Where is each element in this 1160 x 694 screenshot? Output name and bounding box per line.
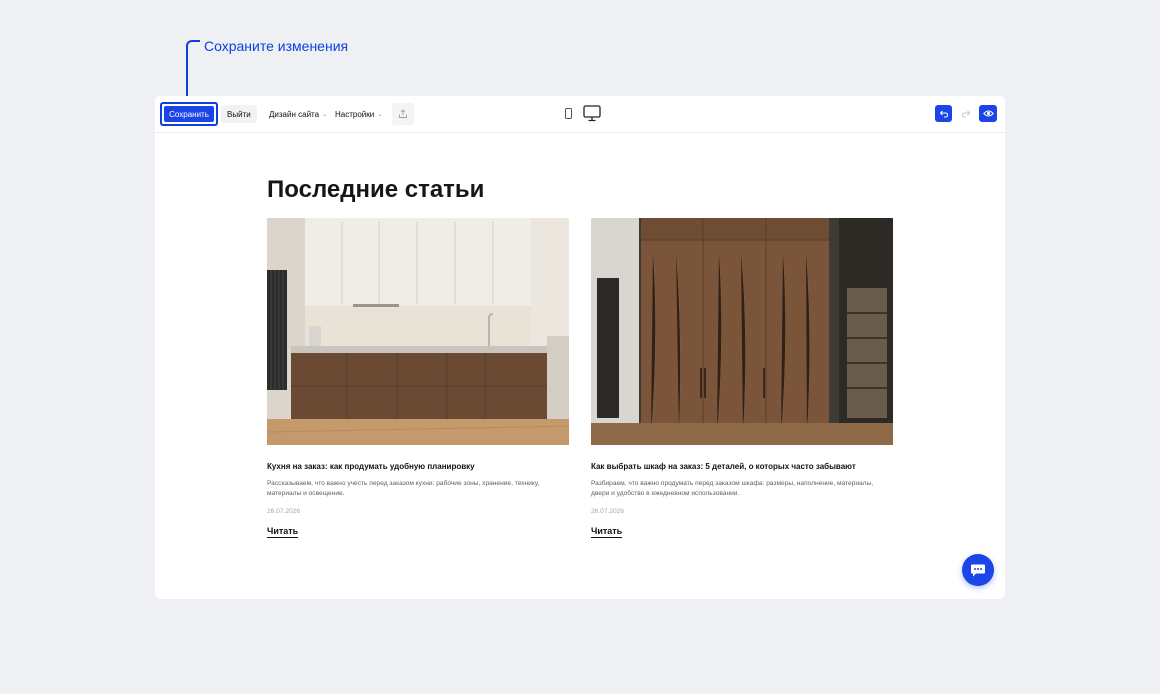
settings-menu[interactable]: Настройки ⌄ xyxy=(335,105,382,123)
chat-icon xyxy=(971,564,985,576)
read-article-link[interactable]: Читать xyxy=(267,526,299,538)
article-title[interactable]: Кухня на заказ: как продумать удобную пл… xyxy=(267,462,569,471)
undo-icon xyxy=(939,110,948,117)
chevron-down-icon: ⌄ xyxy=(322,111,328,118)
site-design-menu-label: Дизайн сайта xyxy=(269,109,320,119)
publish-button[interactable] xyxy=(392,103,414,125)
chevron-down-icon: ⌄ xyxy=(377,111,383,118)
article-title[interactable]: Как выбрать шкаф на заказ: 5 деталей, о … xyxy=(591,462,893,471)
kitchen-photo[interactable] xyxy=(267,218,569,445)
desktop-view-icon[interactable] xyxy=(583,105,601,122)
exit-button[interactable]: Выйти xyxy=(221,105,257,123)
section-heading: Последние статьи xyxy=(267,176,485,203)
article-description: Рассказываем, что важно учесть перед зак… xyxy=(267,480,540,497)
redo-button[interactable] xyxy=(959,105,973,122)
callout-text: Сохраните изменения xyxy=(204,38,349,54)
eye-icon xyxy=(982,110,994,117)
article-card[interactable]: Как выбрать шкаф на заказ: 5 деталей, о … xyxy=(591,218,893,539)
undo-button[interactable] xyxy=(935,105,952,122)
save-button-highlight: Сохранить xyxy=(160,102,218,126)
wardrobe-photo[interactable] xyxy=(591,218,893,445)
mobile-view-icon[interactable] xyxy=(565,108,572,119)
upload-icon xyxy=(399,109,407,118)
settings-menu-label: Настройки xyxy=(335,109,375,119)
site-design-menu[interactable]: Дизайн сайта ⌄ xyxy=(269,105,327,123)
editor-toolbar: Сохранить Выйти Дизайн сайта ⌄ Настройки… xyxy=(155,96,1005,133)
save-hint-callout: Сохраните изменения xyxy=(186,38,386,102)
chat-button[interactable] xyxy=(962,554,994,586)
article-date: 26.07.2026 xyxy=(267,508,301,515)
callout-connector xyxy=(186,40,200,54)
callout-pointer-line xyxy=(186,50,188,102)
save-button[interactable]: Сохранить xyxy=(164,106,214,122)
read-article-link[interactable]: Читать xyxy=(591,526,623,538)
preview-button[interactable] xyxy=(979,105,997,122)
article-card[interactable]: Кухня на заказ: как продумать удобную пл… xyxy=(267,218,569,539)
article-date: 26.07.2026 xyxy=(591,508,625,515)
site-editor: Сохранить Выйти Дизайн сайта ⌄ Настройки… xyxy=(155,96,1005,599)
redo-icon xyxy=(961,110,971,117)
article-description: Разбираем, что важно продумать перед зак… xyxy=(591,480,874,497)
